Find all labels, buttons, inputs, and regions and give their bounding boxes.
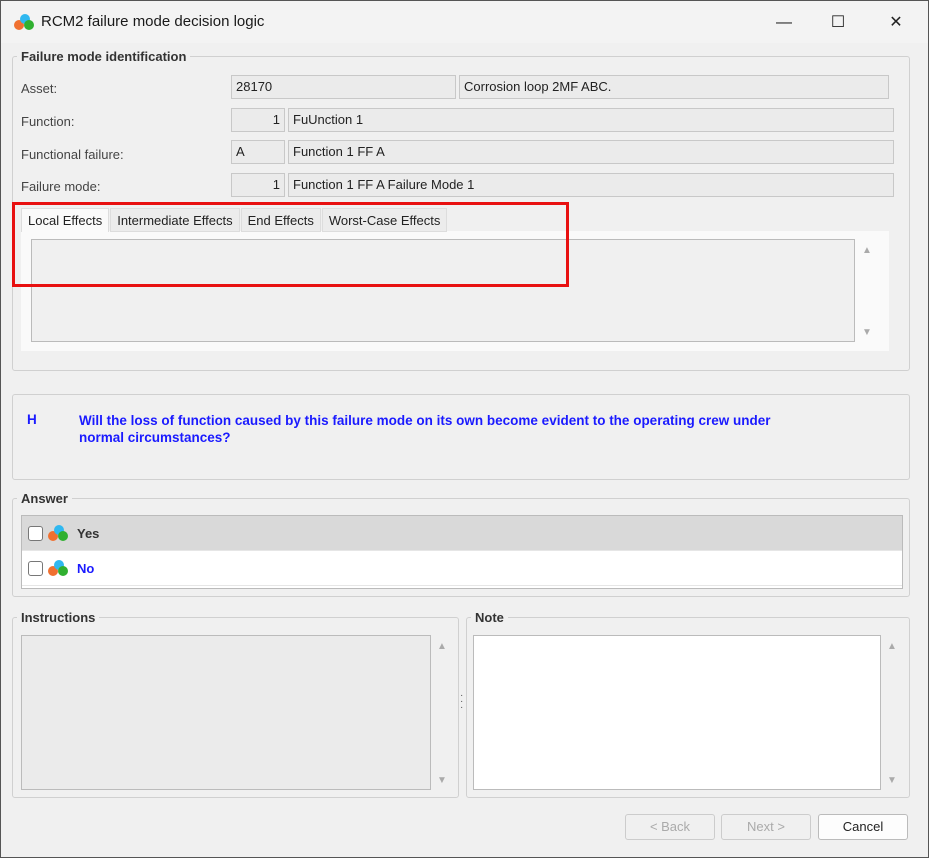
checkbox[interactable] xyxy=(28,525,43,541)
maximize-button[interactable]: ☐ xyxy=(815,9,861,37)
answer-option-yes[interactable]: Yes xyxy=(22,516,902,551)
dialog-window: RCM2 failure mode decision logic — ☐ ✕ F… xyxy=(0,0,929,858)
ff-code-field: A xyxy=(231,140,285,164)
asset-label: Asset: xyxy=(21,81,58,96)
back-button[interactable]: < Back xyxy=(625,814,715,840)
instructions-textarea[interactable] xyxy=(21,635,431,790)
function-number-field: 1 xyxy=(231,108,285,132)
title-bar: RCM2 failure mode decision logic — ☐ ✕ xyxy=(1,1,928,43)
answer-label: Yes xyxy=(77,525,100,541)
checkbox[interactable] xyxy=(28,560,43,576)
highlight-box xyxy=(12,202,569,287)
next-button[interactable]: Next > xyxy=(721,814,811,840)
asset-code-field: 28170 xyxy=(231,75,456,99)
functional-failure-label: Functional failure: xyxy=(21,147,124,162)
cancel-button[interactable]: Cancel xyxy=(818,814,908,840)
asset-name-field: Corrosion loop 2MF ABC. xyxy=(459,75,889,99)
fm-number-field: 1 xyxy=(231,173,285,197)
failure-mode-label: Failure mode: xyxy=(21,179,101,194)
note-textarea[interactable] xyxy=(473,635,881,790)
function-label: Function: xyxy=(21,114,75,129)
fm-name-field: Function 1 FF A Failure Mode 1 xyxy=(288,173,894,197)
window-title: RCM2 failure mode decision logic xyxy=(41,13,265,30)
question-code: H xyxy=(27,412,37,427)
splitter-handle[interactable]: · · · xyxy=(460,691,463,713)
ff-name-field: Function 1 FF A xyxy=(288,140,894,164)
minimize-button[interactable]: — xyxy=(761,9,807,37)
question-text: Will the loss of function caused by this… xyxy=(79,413,771,445)
close-button[interactable]: ✕ xyxy=(873,9,919,37)
rcm-logo-icon xyxy=(48,560,68,576)
answer-list: Yes No xyxy=(21,515,903,589)
rcm-logo-icon xyxy=(48,525,68,541)
group-title: Answer xyxy=(21,491,68,506)
answer-option-no[interactable]: No xyxy=(22,551,902,586)
answer-label: No xyxy=(77,560,95,576)
note-scrollbar[interactable]: ▲ ▼ xyxy=(881,635,903,790)
effects-scrollbar[interactable]: ▲ ▼ xyxy=(856,239,878,342)
group-title: Failure mode identification xyxy=(21,49,187,64)
app-logo-icon xyxy=(14,14,34,30)
group-title: Instructions xyxy=(21,610,96,625)
function-name-field: FuUnction 1 xyxy=(288,108,894,132)
group-title: Note xyxy=(475,610,504,625)
instructions-scrollbar[interactable]: ▲ ▼ xyxy=(431,635,453,790)
